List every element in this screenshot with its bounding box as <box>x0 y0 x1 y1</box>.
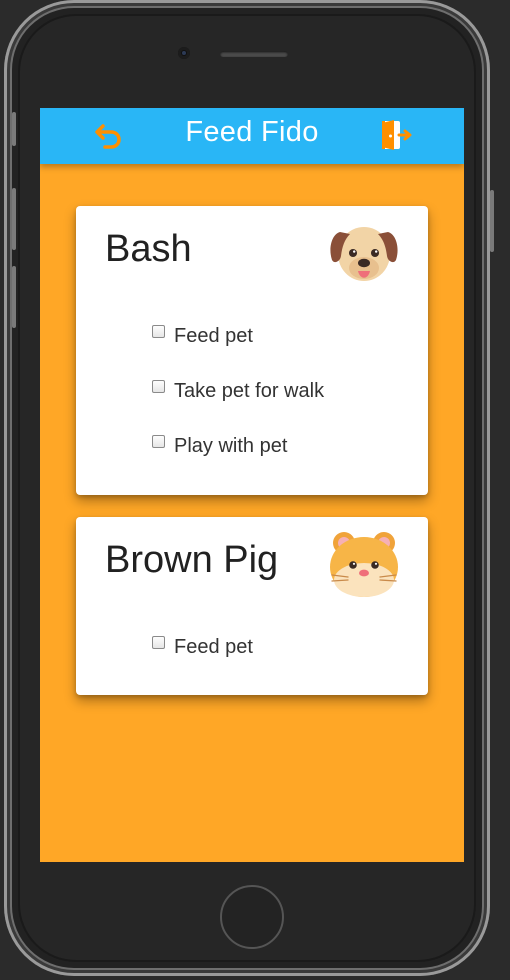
app-bar: Feed Fido <box>40 108 464 164</box>
task-item[interactable]: Feed pet <box>152 635 253 659</box>
task-item[interactable]: Feed pet <box>152 324 253 348</box>
front-camera <box>178 47 190 59</box>
hamster-face-icon <box>330 532 398 597</box>
pet-name: Bash <box>105 228 192 270</box>
task-label: Play with pet <box>174 434 288 457</box>
task-checkbox[interactable] <box>152 379 165 393</box>
exit-door-icon <box>382 120 412 150</box>
logout-button[interactable] <box>380 119 414 151</box>
volume-down-button <box>12 266 16 328</box>
task-label: Feed pet <box>174 635 253 658</box>
home-button[interactable] <box>220 885 284 949</box>
task-checkbox[interactable] <box>152 635 165 649</box>
volume-up-button <box>12 188 16 250</box>
power-button <box>490 190 494 252</box>
dog-face-icon <box>330 227 398 281</box>
task-item[interactable]: Play with pet <box>152 434 287 458</box>
earpiece-speaker <box>220 51 288 57</box>
mute-switch <box>12 112 16 146</box>
task-checkbox[interactable] <box>152 324 165 338</box>
app-screen: Feed Fido Bash Feed pet Take pet for wal… <box>40 108 464 862</box>
task-item[interactable]: Take pet for walk <box>152 379 324 403</box>
pet-card-brown-pig: Brown Pig Feed pet <box>76 517 428 695</box>
task-label: Feed pet <box>174 324 253 347</box>
pet-name: Brown Pig <box>105 539 279 581</box>
pet-card-bash: Bash Feed pet Take pet for walk Play wit… <box>76 206 428 495</box>
task-label: Take pet for walk <box>174 379 325 402</box>
task-checkbox[interactable] <box>152 434 165 448</box>
